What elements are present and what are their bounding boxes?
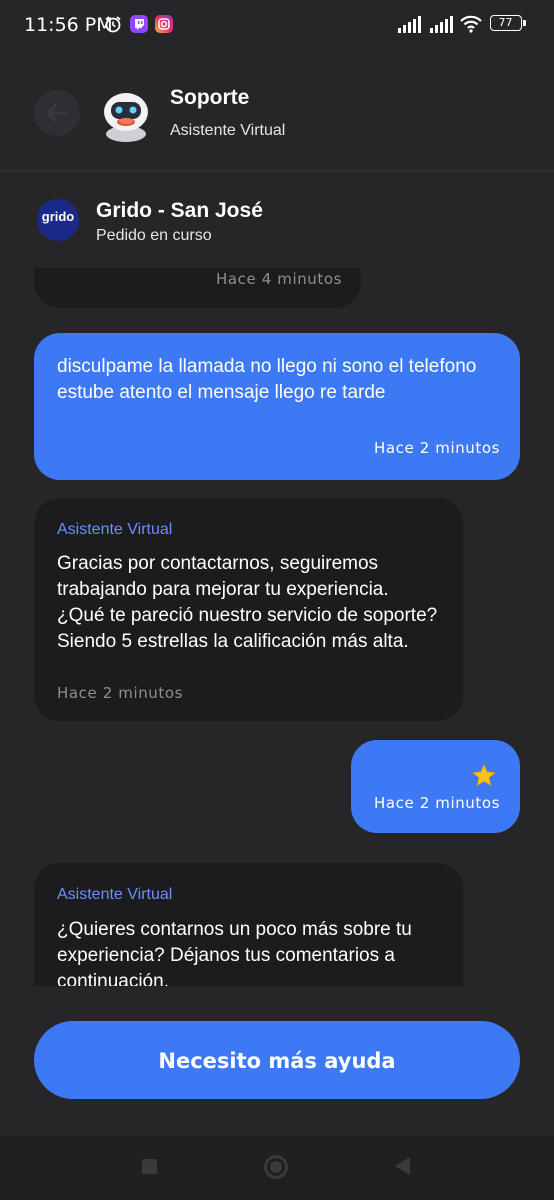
battery-level: 77 [498, 16, 513, 29]
user-message: disculpame la llamada no llego ni sono e… [34, 333, 520, 480]
need-help-label: Necesito más ayuda [158, 1049, 396, 1073]
signal-icon [398, 16, 421, 33]
chat-messages[interactable]: Hace 4 minutos disculpame la llamada no … [0, 268, 554, 986]
message-text: disculpame la llamada no llego ni sono e… [57, 356, 477, 403]
wifi-icon [460, 15, 482, 33]
arrow-left-icon [46, 103, 68, 123]
system-nav-bar [0, 1135, 554, 1200]
store-info: grido Grido - San José Pedido en curso [0, 171, 554, 268]
message-text: Gracias por contactarnos, seguiremos tra… [57, 553, 438, 652]
star-icon [472, 764, 496, 787]
status-time: 11:56 PM [24, 14, 113, 36]
message-time: Hace 2 minutos [57, 684, 184, 702]
signal-icon [430, 16, 453, 33]
back-button[interactable] [34, 90, 80, 136]
bot-message: Asistente Virtual Gracias por contactarn… [34, 498, 463, 721]
twitch-icon [130, 15, 148, 33]
order-status: Pedido en curso [96, 227, 212, 244]
system-back-button[interactable] [395, 1157, 410, 1175]
sender-name: Asistente Virtual [57, 886, 173, 903]
store-name: Grido - San José [96, 199, 263, 222]
bot-message: Asistente Virtual ¿Quieres contarnos un … [34, 863, 463, 986]
message-time: Hace 4 minutos [216, 270, 343, 288]
alarm-icon [105, 16, 121, 33]
instagram-icon [155, 15, 173, 33]
need-help-button[interactable]: Necesito más ayuda [34, 1021, 520, 1099]
home-button[interactable] [264, 1155, 288, 1179]
assistant-avatar [104, 93, 148, 142]
message-time: Hace 2 minutos [374, 794, 501, 812]
battery-tip [523, 20, 526, 26]
bot-message: Hace 4 minutos [34, 268, 361, 308]
chat-header: Soporte Asistente Virtual [0, 52, 554, 171]
recent-apps-button[interactable] [142, 1159, 157, 1174]
chat-title: Soporte [170, 86, 250, 109]
sender-name: Asistente Virtual [57, 521, 173, 538]
chat-subtitle: Asistente Virtual [170, 122, 286, 139]
store-logo-text: grido [41, 209, 75, 224]
user-message: Hace 2 minutos [351, 740, 520, 833]
message-time: Hace 2 minutos [374, 439, 501, 457]
battery-icon: 77 [490, 15, 522, 31]
store-logo: grido [37, 199, 79, 241]
status-bar: 11:56 PM 77 [0, 0, 554, 52]
message-text: ¿Quieres contarnos un poco más sobre tu … [57, 919, 412, 986]
